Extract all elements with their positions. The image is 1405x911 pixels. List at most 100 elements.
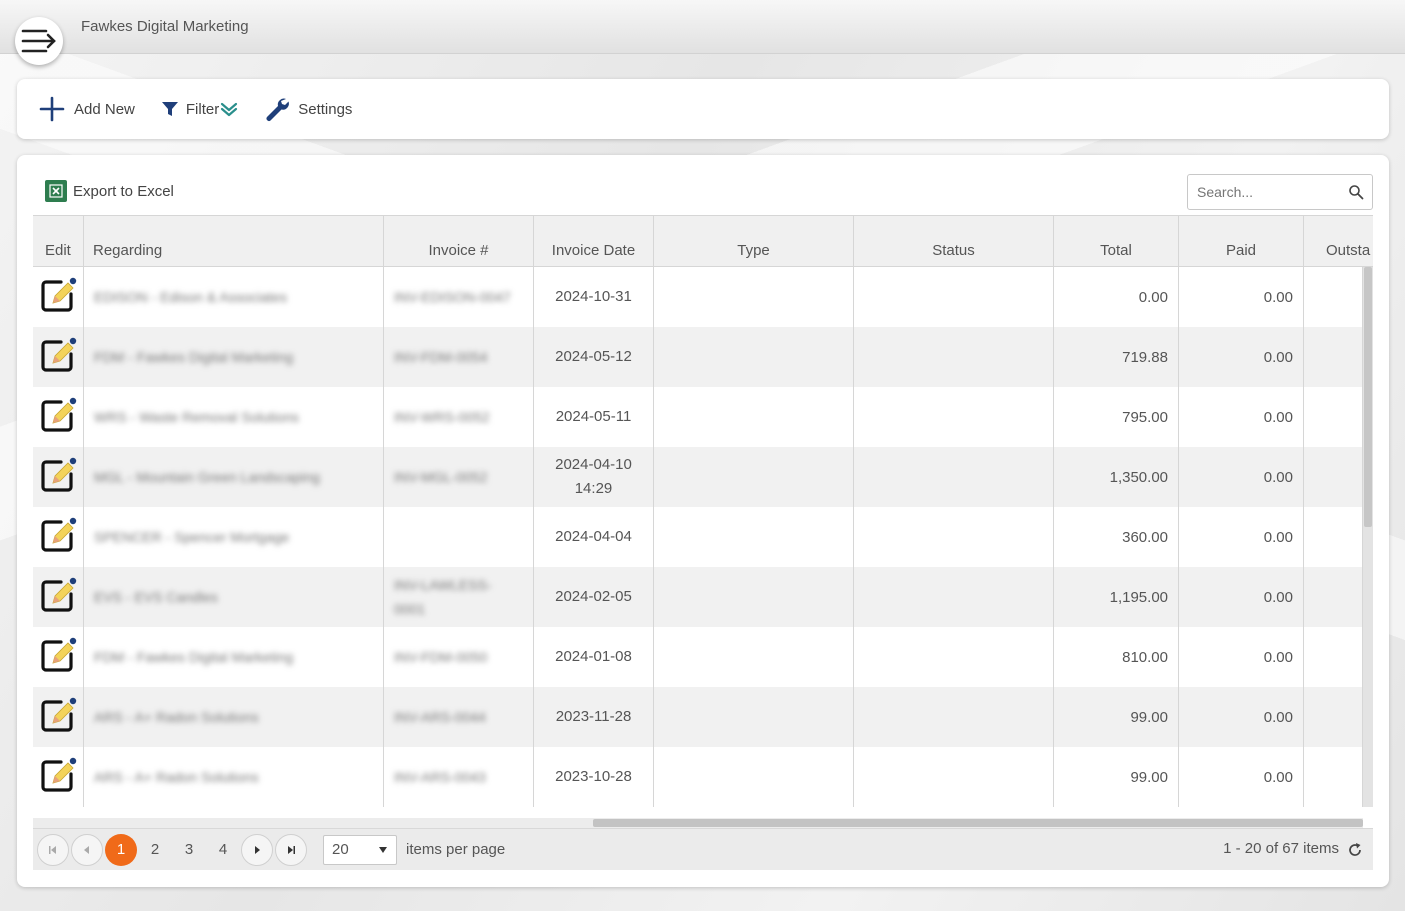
edit-pencil-icon[interactable] [39, 396, 77, 438]
total-cell: 719.88 [1054, 327, 1179, 387]
regarding-text: MGL - Mountain Green Landscaping [94, 469, 320, 485]
edit-pencil-icon[interactable] [39, 756, 77, 798]
next-page-button[interactable] [241, 833, 273, 866]
column-header-status[interactable]: Status [854, 216, 1054, 266]
regarding-text: WRS - Waste Removal Solutions [94, 409, 299, 425]
regarding-text: ARS - A+ Radon Solutions [94, 709, 259, 725]
refresh-icon[interactable] [1347, 842, 1363, 858]
horizontal-scroll-thumb[interactable] [593, 819, 1363, 827]
outstanding-cell [1304, 687, 1363, 747]
table-row[interactable]: ARS - A+ Radon Solutions INV-ARS-0044 2023… [33, 687, 1363, 747]
total-cell: 810.00 [1054, 627, 1179, 687]
add-new-button[interactable]: Add New [38, 95, 135, 123]
dropdown-caret-icon [379, 846, 387, 853]
invoice-number-cell: INV-FDM-0054 [384, 327, 534, 387]
edit-cell [33, 687, 84, 747]
page-size-value: 20 [332, 841, 349, 858]
column-header-regarding[interactable]: Regarding [84, 216, 384, 266]
column-header-type[interactable]: Type [654, 216, 854, 266]
type-cell [654, 747, 854, 807]
double-chevron-down-icon [221, 102, 238, 117]
invoice-number-text: INV-FDM-0050 [394, 649, 488, 665]
table-row[interactable]: FDM - Fawkes Digital Marketing INV-FDM-00… [33, 327, 1363, 387]
column-header-invoice-number[interactable]: Invoice # [384, 216, 534, 266]
invoice-number-cell: INV-ARS-0044 [384, 687, 534, 747]
type-cell [654, 447, 854, 507]
table-row[interactable]: WRS - Waste Removal Solutions INV-WRS-005… [33, 387, 1363, 447]
vertical-scroll-thumb[interactable] [1364, 267, 1372, 527]
edit-pencil-icon[interactable] [39, 336, 77, 378]
total-cell: 0.00 [1054, 267, 1179, 327]
column-header-total[interactable]: Total [1054, 216, 1179, 266]
edit-pencil-icon[interactable] [39, 636, 77, 678]
next-page-icon [255, 845, 260, 854]
paid-cell: 0.00 [1179, 747, 1304, 807]
outstanding-cell [1304, 627, 1363, 687]
column-header-invoice-date[interactable]: Invoice Date [534, 216, 654, 266]
vertical-scrollbar[interactable] [1363, 267, 1373, 807]
page-4-button[interactable]: 4 [207, 834, 239, 866]
invoice-date-cell: 2024-05-12 [534, 327, 654, 387]
first-page-icon [49, 845, 56, 854]
regarding-text: SPENCER - Spencer Mortgage [94, 529, 290, 545]
invoice-date-text: 2023-10-28 [555, 768, 632, 785]
edit-cell [33, 447, 84, 507]
previous-page-button[interactable] [71, 833, 103, 866]
outstanding-cell [1304, 747, 1363, 807]
search-input[interactable] [1188, 175, 1338, 209]
settings-button[interactable]: Settings [264, 96, 352, 122]
paid-cell: 0.00 [1179, 567, 1304, 627]
first-page-button[interactable] [37, 833, 69, 866]
type-cell [654, 387, 854, 447]
regarding-cell: FDM - Fawkes Digital Marketing [84, 627, 384, 687]
total-cell: 99.00 [1054, 747, 1179, 807]
status-cell [854, 747, 1054, 807]
status-cell [854, 267, 1054, 327]
edit-cell [33, 567, 84, 627]
invoice-number-text: INV-EDISON-0047 [394, 289, 511, 305]
page-2-button[interactable]: 2 [139, 834, 171, 866]
paid-cell: 0.00 [1179, 687, 1304, 747]
regarding-cell: EVS - EVS Candles [84, 567, 384, 627]
invoice-date-cell: 2024-02-05 [534, 567, 654, 627]
regarding-cell: ARS - A+ Radon Solutions [84, 687, 384, 747]
edit-pencil-icon[interactable] [39, 576, 77, 618]
search-box [1187, 174, 1373, 210]
invoice-date-text: 2024-10-31 [555, 288, 632, 305]
regarding-text: EVS - EVS Candles [94, 589, 218, 605]
invoice-number-text: INV-WRS-0052 [394, 409, 490, 425]
search-icon[interactable] [1348, 184, 1364, 200]
edit-pencil-icon[interactable] [39, 276, 77, 318]
invoice-number-text: INV-LAWLESS- [394, 577, 492, 593]
menu-toggle-button[interactable] [15, 17, 63, 65]
last-page-button[interactable] [275, 833, 307, 866]
excel-icon [45, 180, 67, 202]
table-row[interactable]: MGL - Mountain Green Landscaping INV-MGL-… [33, 447, 1363, 507]
page-size-select[interactable]: 20 [323, 834, 397, 865]
table-row[interactable]: FDM - Fawkes Digital Marketing INV-FDM-00… [33, 627, 1363, 687]
table-row[interactable]: EVS - EVS Candles INV-LAWLESS- 0001 2024-02… [33, 567, 1363, 627]
page-1-button[interactable]: 1 [105, 833, 137, 866]
filter-button[interactable]: Filter [161, 100, 238, 118]
invoice-number-text-line2: 0001 [394, 601, 426, 617]
invoice-number-text: INV-MGL-0052 [394, 469, 488, 485]
edit-pencil-icon[interactable] [39, 696, 77, 738]
total-cell: 99.00 [1054, 687, 1179, 747]
column-header-outstanding[interactable]: Outsta [1304, 216, 1373, 266]
export-to-excel-button[interactable]: Export to Excel [45, 180, 174, 202]
column-header-edit[interactable]: Edit [33, 216, 84, 266]
edit-pencil-icon[interactable] [39, 456, 77, 498]
table-row[interactable]: EDISON - Edison & Associates INV-EDISON-0… [33, 267, 1363, 327]
edit-pencil-icon[interactable] [39, 516, 77, 558]
invoice-date-text: 2024-05-11 [555, 408, 632, 425]
table-row[interactable]: SPENCER - Spencer Mortgage 2024-04-04 360.… [33, 507, 1363, 567]
regarding-cell: FDM - Fawkes Digital Marketing [84, 327, 384, 387]
page-3-button[interactable]: 3 [173, 834, 205, 866]
horizontal-scrollbar[interactable] [33, 818, 1363, 828]
table-row[interactable]: ARS - A+ Radon Solutions INV-ARS-0043 2023… [33, 747, 1363, 807]
regarding-cell: SPENCER - Spencer Mortgage [84, 507, 384, 567]
column-header-paid[interactable]: Paid [1179, 216, 1304, 266]
status-cell [854, 627, 1054, 687]
invoice-date-text: 2024-01-08 [555, 648, 632, 665]
invoice-date-cell: 2023-10-28 [534, 747, 654, 807]
